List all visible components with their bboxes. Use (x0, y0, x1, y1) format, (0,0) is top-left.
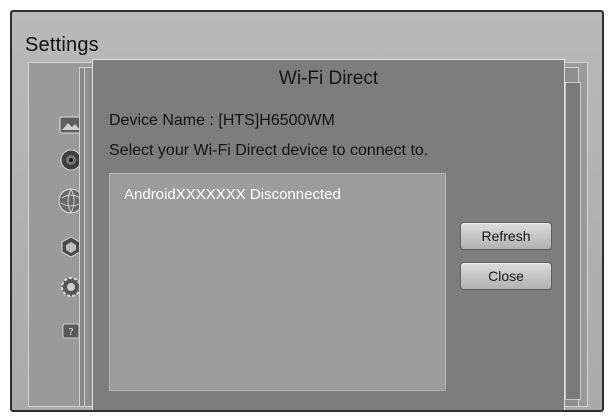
wifi-direct-dialog: Wi-Fi Direct Device Name : [HTS]H6500WM … (92, 59, 565, 410)
page-title: Settings (25, 34, 99, 56)
svg-text:?: ? (68, 327, 73, 338)
device-list: AndroidXXXXXXX Disconnected (109, 173, 446, 391)
tv-settings-screen: Settings ? Wi-Fi Direct Device Name : [H… (10, 10, 604, 412)
background-panel-edge (565, 82, 581, 400)
close-button[interactable]: Close (460, 262, 552, 290)
instruction-text: Select your Wi-Fi Direct device to conne… (109, 142, 429, 159)
device-name-label: Device Name : [HTS]H6500WM (109, 112, 335, 129)
dialog-title: Wi-Fi Direct (278, 68, 379, 89)
list-item[interactable]: AndroidXXXXXXX Disconnected (124, 186, 341, 203)
refresh-button[interactable]: Refresh (460, 222, 552, 250)
